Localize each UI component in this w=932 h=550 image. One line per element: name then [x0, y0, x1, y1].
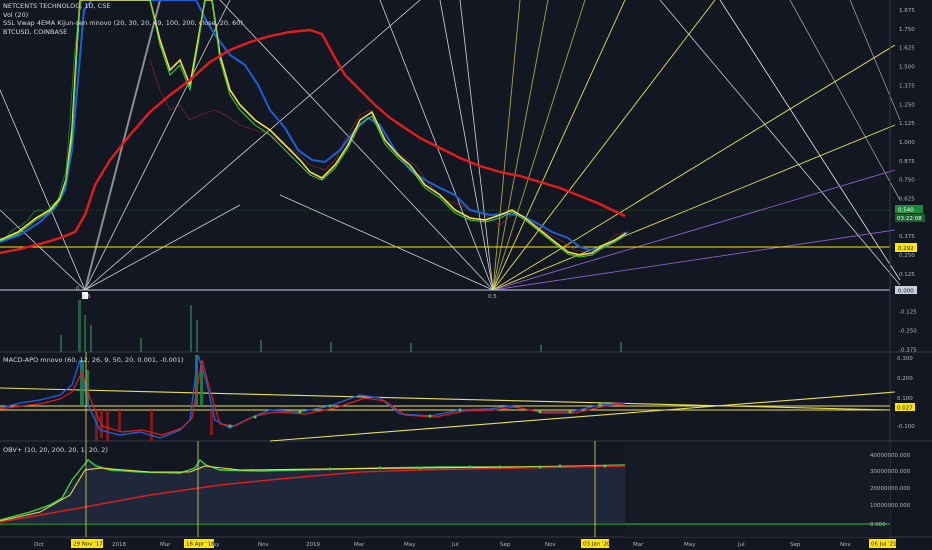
date-badge-2: 16 Apr '18	[184, 539, 215, 548]
time-axis-tick: Jul	[737, 542, 745, 548]
price-badge-zero: 0.000	[895, 286, 917, 295]
svg-text:03 Jan '20: 03 Jan '20	[583, 542, 611, 548]
svg-text:0.000: 0.000	[898, 289, 914, 295]
time-axis-tick: Jul	[451, 542, 459, 548]
price-axis-tick: 1.625	[899, 46, 915, 52]
macd-axis-tick: 0.100	[897, 396, 913, 402]
time-axis-tick: Sep	[790, 542, 801, 548]
time-axis-tick: Oct	[34, 542, 44, 548]
macd-axis-tick: 0.300	[897, 356, 913, 362]
price-axis-tick: 1.750	[899, 27, 915, 33]
svg-text:03:22:08: 03:22:08	[897, 216, 922, 222]
fib-label-05-left: 0.5	[82, 294, 91, 300]
svg-text:0.540: 0.540	[898, 208, 914, 214]
time-axis-tick: May	[404, 542, 416, 548]
volume-indicator-label[interactable]: Vol (20)	[3, 11, 243, 20]
time-axis-tick: May	[684, 542, 696, 548]
macd-axis-tick: 0.200	[897, 376, 913, 382]
price-axis-tick: 0.250	[899, 253, 915, 259]
obv-future-area	[625, 442, 890, 537]
time-axis-tick: Sep	[500, 542, 511, 548]
price-badge-level: 0.292	[895, 243, 917, 252]
obv-axis-tick: 40000000.000	[870, 453, 911, 459]
price-axis-tick: 1.000	[899, 140, 915, 146]
obv-indicator-label[interactable]: OBV+ (10, 20, 200, 20, 1, 20, 2)	[3, 446, 108, 455]
price-axis-tick: 0.625	[899, 197, 915, 203]
obv-area	[0, 462, 625, 524]
time-axis-tick: Mar	[354, 542, 365, 548]
macd-indicator-label[interactable]: MACD-APO mnovo (60, 12, 26, 9, 50, 20, 0…	[3, 356, 184, 365]
price-axis-tick: -0.250	[899, 328, 917, 334]
time-axis-tick: Nov	[545, 542, 556, 548]
obv-axis-tick: 10000000.000	[870, 503, 911, 509]
time-axis-tick: Nov	[840, 542, 851, 548]
obv-axis-tick: 30000000.000	[870, 469, 911, 475]
ssl-indicator-label[interactable]: SSL Vwap 4EMA Kijun-sen mnovo (20, 30, 2…	[3, 19, 243, 28]
time-axis-tick: 2018	[112, 542, 126, 548]
svg-text:29 Nov '17: 29 Nov '17	[73, 542, 103, 548]
price-axis-tick: 0.750	[899, 178, 915, 184]
time-axis-tick: Nov	[258, 542, 269, 548]
time-axis-tick: 2019	[306, 542, 320, 548]
price-axis-tick: 0.875	[899, 159, 915, 165]
svg-text:0.292: 0.292	[898, 246, 914, 252]
macd-badge: 0.027	[895, 403, 915, 412]
svg-text:06 Jul '21: 06 Jul '21	[871, 542, 897, 548]
price-axis-tick: 1.500	[899, 65, 915, 71]
macd-axis-tick: -0.100	[897, 424, 915, 430]
obv-pane-legend: OBV+ (10, 20, 200, 20, 1, 20, 2)	[3, 446, 108, 455]
time-axis-tick: Mar	[160, 542, 171, 548]
price-axis-tick: 1.125	[899, 121, 915, 127]
macd-pane-legend: MACD-APO mnovo (60, 12, 26, 9, 50, 20, 0…	[3, 356, 184, 365]
price-axis-tick: 0.375	[899, 234, 915, 240]
fib-label-05-right: 0.5	[488, 294, 497, 300]
chart-canvas[interactable]: 0 0.5 0.5 1.875 1.750 1.625 1.500 1.375 1.250…	[0, 0, 932, 550]
date-badge-4: 06 Jul '21	[869, 539, 897, 548]
main-pane-legend: NETCENTS TECHNOLOG, 1D, CSE Vol (20) SSL…	[3, 2, 243, 36]
price-axis-tick: 0.125	[899, 272, 915, 278]
symbol-title[interactable]: NETCENTS TECHNOLOG, 1D, CSE	[3, 2, 243, 11]
obv-axis-tick: 0.000	[870, 522, 886, 528]
date-badge-1: 29 Nov '17	[71, 539, 103, 548]
price-axis-tick: -0.125	[899, 310, 917, 316]
obv-axis-tick: 20000000.000	[870, 486, 911, 492]
svg-text:0.027: 0.027	[897, 406, 913, 412]
date-badge-3: 03 Jan '20	[581, 539, 611, 548]
fib-label-0: 0	[76, 286, 80, 292]
time-axis-tick: Mar	[633, 542, 644, 548]
compare-symbol-label[interactable]: BTCUSD, COINBASE	[3, 28, 243, 37]
price-axis-tick: 1.375	[899, 83, 915, 89]
svg-text:16 Apr '18: 16 Apr '18	[186, 542, 215, 548]
price-axis-tick: 1.875	[899, 8, 915, 14]
price-axis-tick: 1.250	[899, 102, 915, 108]
